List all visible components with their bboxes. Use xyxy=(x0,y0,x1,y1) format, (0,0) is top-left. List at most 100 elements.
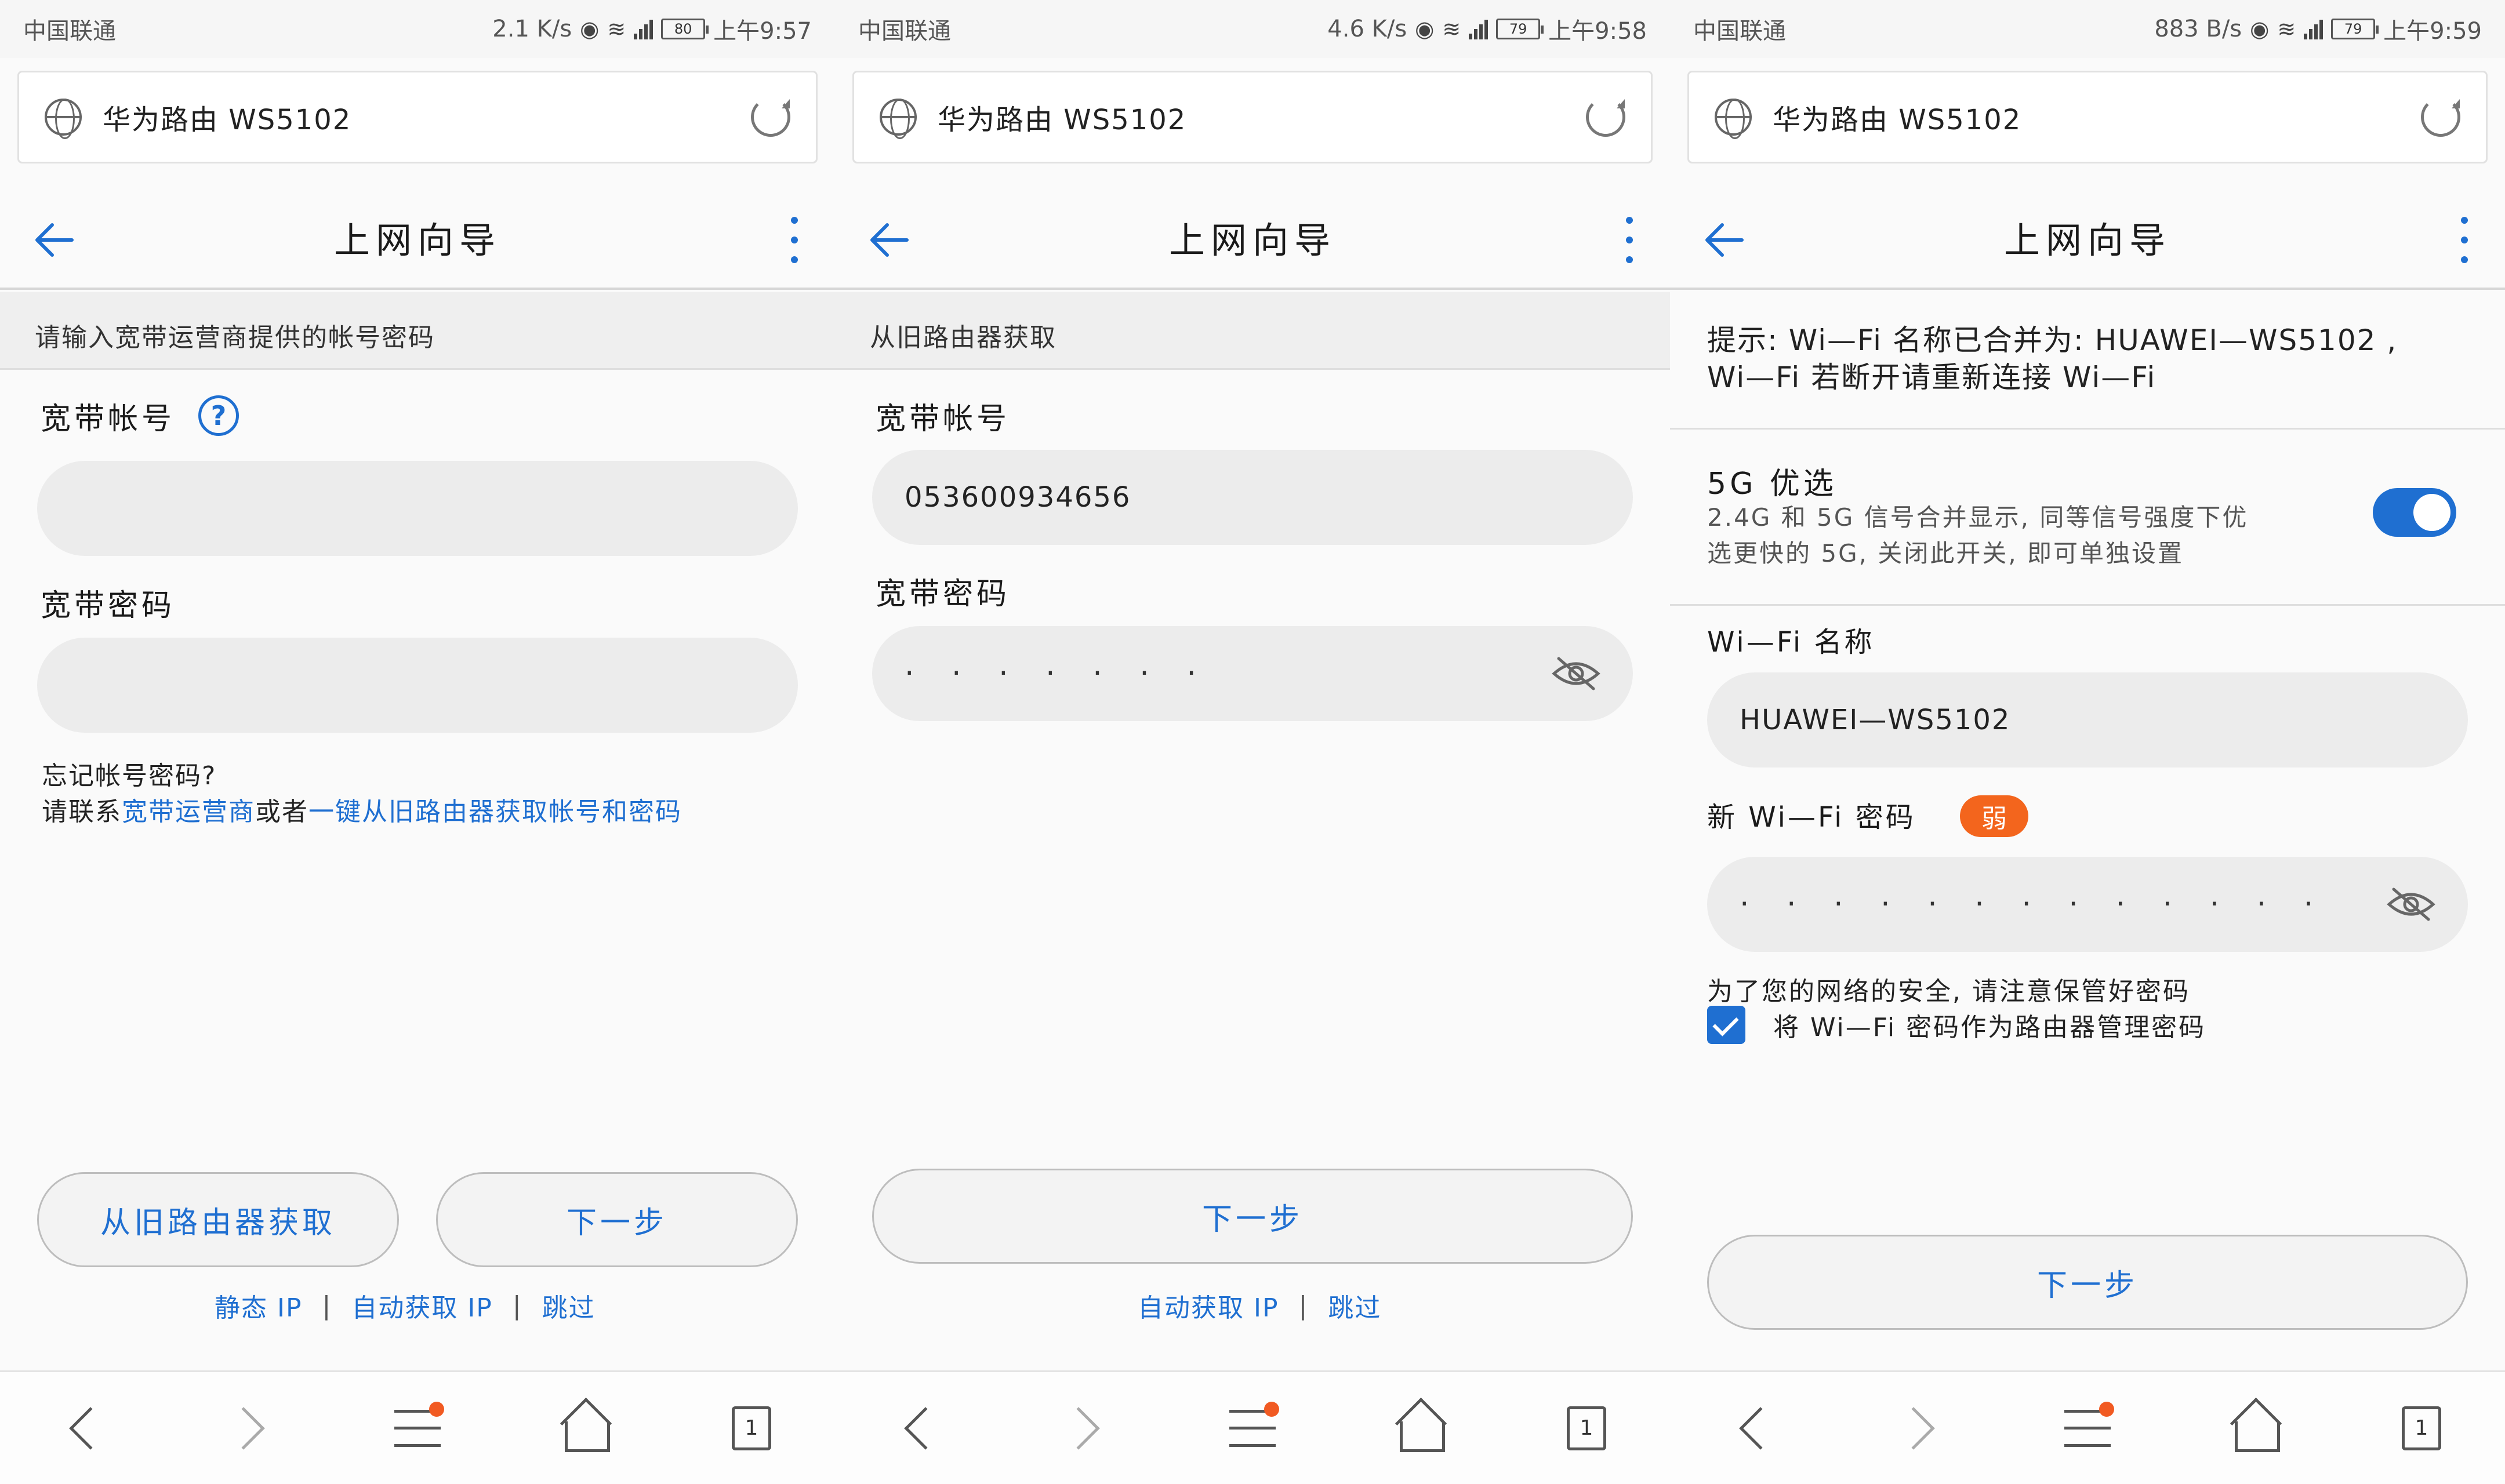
tabs-icon: 1 xyxy=(732,1406,771,1450)
5g-priority-toggle[interactable] xyxy=(2373,488,2456,537)
chevron-left-icon xyxy=(1739,1406,1782,1450)
home-icon xyxy=(562,1407,610,1452)
contact-prefix: 请联系 xyxy=(42,797,122,827)
net-speed: 2.1 K/s xyxy=(492,16,572,42)
back-arrow-icon[interactable] xyxy=(31,217,78,263)
eye-comfort-icon: ◉ xyxy=(580,16,600,42)
back-arrow-icon[interactable] xyxy=(866,217,913,263)
next-button[interactable]: 下一步 xyxy=(436,1172,798,1267)
home-icon xyxy=(2232,1407,2280,1452)
address-bar[interactable]: 华为路由 WS5102 xyxy=(1687,71,2488,163)
signal-icon xyxy=(634,19,654,39)
separator: | xyxy=(512,1290,522,1321)
more-vert-icon[interactable] xyxy=(789,217,800,263)
section-header: 请输入宽带运营商提供的帐号密码 xyxy=(0,292,835,370)
mode-links: 自动获取 IP | 跳过 xyxy=(1138,1287,1381,1324)
mode-links: 静态 IP | 自动获取 IP | 跳过 xyxy=(215,1287,596,1324)
password-mask: · · · · · · · · · · · · · xyxy=(1740,887,2328,922)
eye-off-icon[interactable] xyxy=(1552,656,1600,691)
wifi-icon: ≋ xyxy=(1442,16,1461,42)
separator: | xyxy=(1298,1290,1309,1321)
reload-icon[interactable] xyxy=(1586,97,1625,137)
nav-back-button[interactable] xyxy=(1719,1394,1788,1463)
tabs-icon: 1 xyxy=(1567,1406,1606,1450)
static-ip-link[interactable]: 静态 IP xyxy=(215,1287,303,1324)
password-label: 宽带密码 xyxy=(41,588,176,623)
isp-link[interactable]: 宽带运营商 xyxy=(122,797,255,827)
address-bar[interactable]: 华为路由 WS5102 xyxy=(852,71,1653,163)
nav-home-button[interactable] xyxy=(2220,1394,2289,1463)
auto-ip-link[interactable]: 自动获取 IP xyxy=(1138,1287,1279,1324)
address-text[interactable]: 华为路由 WS5102 xyxy=(1773,97,2421,137)
eye-comfort-icon: ◉ xyxy=(2250,16,2270,42)
notification-dot xyxy=(2099,1401,2114,1417)
account-input[interactable]: 053600934656 xyxy=(872,450,1633,545)
desc-line: 2.4G 和 5G 信号合并显示, 同等信号强度下优 xyxy=(1707,503,2249,532)
help-icon[interactable]: ? xyxy=(198,395,239,436)
merge-tip: 提示: Wi—Fi 名称已合并为: HUAWEI—WS5102 , Wi—Fi … xyxy=(1707,322,2473,396)
nav-menu-button[interactable] xyxy=(1218,1394,1287,1463)
password-input[interactable]: · · · · · · · xyxy=(872,626,1633,721)
more-vert-icon[interactable] xyxy=(1624,217,1635,263)
screen-1: 中国联通 2.1 K/s ◉ ≋ 80 上午9:57 华为路由 WS5102 上… xyxy=(0,0,835,1484)
status-bar: 中国联通 2.1 K/s ◉ ≋ 80 上午9:57 xyxy=(0,0,835,58)
section-header: 从旧路由器获取 xyxy=(835,292,1670,370)
separator: | xyxy=(322,1290,332,1321)
eye-off-icon[interactable] xyxy=(2387,887,2435,922)
desc-line: 选更快的 5G, 关闭此开关, 即可单独设置 xyxy=(1707,539,2184,568)
nav-forward-button[interactable] xyxy=(216,1394,285,1463)
skip-link[interactable]: 跳过 xyxy=(1328,1287,1381,1324)
address-bar[interactable]: 华为路由 WS5102 xyxy=(17,71,818,163)
chevron-right-icon xyxy=(1057,1406,1100,1450)
divider xyxy=(1670,428,2505,430)
5g-priority-description: 2.4G 和 5G 信号合并显示, 同等信号强度下优 选更快的 5G, 关闭此开… xyxy=(1707,500,2368,572)
admin-password-option[interactable]: 将 Wi—Fi 密码作为路由器管理密码 xyxy=(1707,1006,2206,1044)
nav-forward-button[interactable] xyxy=(1886,1394,1955,1463)
contact-line: 请联系宽带运营商或者一键从旧路由器获取帐号和密码 xyxy=(42,794,682,830)
globe-icon xyxy=(880,99,917,139)
nav-menu-button[interactable] xyxy=(383,1394,452,1463)
wifi-icon: ≋ xyxy=(607,16,626,42)
wifi-password-input[interactable]: · · · · · · · · · · · · · xyxy=(1707,857,2468,952)
nav-menu-button[interactable] xyxy=(2053,1394,2122,1463)
account-input[interactable] xyxy=(37,461,798,556)
address-text[interactable]: 华为路由 WS5102 xyxy=(103,97,751,137)
page-title: 上网向导 xyxy=(2003,219,2171,261)
chevron-right-icon xyxy=(1892,1406,1935,1450)
skip-link[interactable]: 跳过 xyxy=(542,1287,596,1324)
browser-bottom-nav: 1 xyxy=(835,1370,1670,1484)
screen-3: 中国联通 883 B/s ◉ ≋ 79 上午9:59 华为路由 WS5102 上… xyxy=(1670,0,2505,1484)
checkbox-checked-icon[interactable] xyxy=(1707,1006,1745,1044)
auto-ip-link[interactable]: 自动获取 IP xyxy=(351,1287,493,1324)
next-button[interactable]: 下一步 xyxy=(1707,1235,2468,1330)
nav-home-button[interactable] xyxy=(550,1394,619,1463)
nav-tabs-button[interactable]: 1 xyxy=(2387,1394,2456,1463)
password-label: 宽带密码 xyxy=(876,577,1011,612)
back-arrow-icon[interactable] xyxy=(1701,217,1748,263)
battery-icon: 79 xyxy=(2331,19,2379,39)
nav-home-button[interactable] xyxy=(1385,1394,1454,1463)
tip-line: 提示: Wi—Fi 名称已合并为: HUAWEI—WS5102 , xyxy=(1707,323,2398,357)
notification-dot xyxy=(429,1401,444,1417)
nav-tabs-button[interactable]: 1 xyxy=(717,1394,786,1463)
nav-tabs-button[interactable]: 1 xyxy=(1552,1394,1621,1463)
nav-forward-button[interactable] xyxy=(1051,1394,1120,1463)
next-button[interactable]: 下一步 xyxy=(872,1169,1633,1264)
reload-icon[interactable] xyxy=(751,97,790,137)
fetch-credentials-link[interactable]: 一键从旧路由器获取帐号和密码 xyxy=(308,797,682,827)
wifi-name-input[interactable]: HUAWEI—WS5102 xyxy=(1707,672,2468,768)
carrier: 中国联通 xyxy=(23,18,116,45)
chevron-right-icon xyxy=(222,1406,265,1450)
fetch-from-old-router-button[interactable]: 从旧路由器获取 xyxy=(37,1172,399,1267)
more-vert-icon[interactable] xyxy=(2459,217,2470,263)
tabs-icon: 1 xyxy=(2402,1406,2441,1450)
password-input[interactable] xyxy=(37,638,798,733)
reload-icon[interactable] xyxy=(2421,97,2460,137)
app-bar: 上网向导 xyxy=(835,187,1670,290)
nav-back-button[interactable] xyxy=(49,1394,118,1463)
nav-back-button[interactable] xyxy=(884,1394,953,1463)
battery-icon: 80 xyxy=(661,19,709,39)
forgot-note: 忘记帐号密码? 请联系宽带运营商或者一键从旧路由器获取帐号和密码 xyxy=(42,758,682,830)
net-speed: 883 B/s xyxy=(2154,16,2242,42)
address-text[interactable]: 华为路由 WS5102 xyxy=(938,97,1586,137)
